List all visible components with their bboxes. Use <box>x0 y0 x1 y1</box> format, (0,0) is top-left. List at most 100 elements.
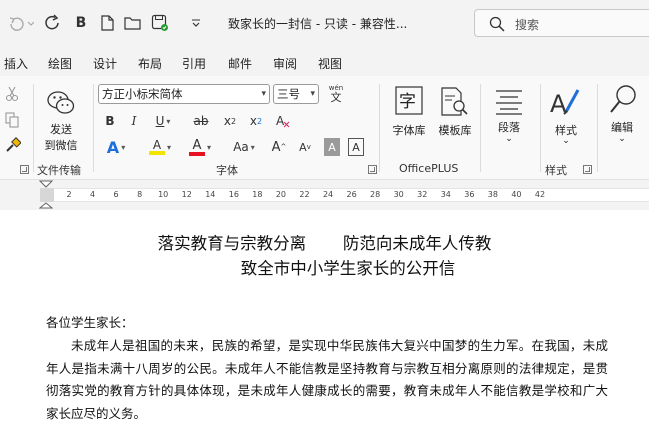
chevron-down-icon: ▾ <box>166 116 171 126</box>
ribbon: 发送 到微信 文件传输 方正小标宋简体 ▾ 三号 ▾ wén 文 B I U ▾ … <box>0 76 649 180</box>
chevron-down-icon: ⌄ <box>618 134 626 144</box>
ruler-tick-label: 38 <box>487 190 498 199</box>
tab-references[interactable]: 引用 <box>182 55 206 72</box>
send-to-wechat-button[interactable] <box>46 88 76 118</box>
paragraph-label: 段落 <box>498 121 520 134</box>
shrink-font-label: A <box>299 140 307 154</box>
paragraph-button[interactable] <box>494 88 524 116</box>
phonetic-guide-button[interactable]: wén 文 <box>324 82 348 106</box>
ruler-tick-label: 34 <box>440 190 451 199</box>
tab-design[interactable]: 设计 <box>93 55 117 72</box>
bold-button[interactable]: B <box>102 112 118 130</box>
save-icon <box>151 14 168 31</box>
tab-draw[interactable]: 绘图 <box>48 55 72 72</box>
tab-insert[interactable]: 插入 <box>4 55 28 72</box>
superscript-label: x <box>249 114 257 128</box>
chevron-down-icon: ⌄ <box>505 134 513 144</box>
greeting: 各位学生家长： <box>46 315 134 330</box>
text-effects-button[interactable]: A ▾ <box>100 136 132 158</box>
change-case-button[interactable]: Aa ▾ <box>226 136 262 158</box>
separator <box>379 84 380 172</box>
svg-text:A: A <box>276 114 285 128</box>
underline-button[interactable]: U ▾ <box>150 112 176 130</box>
character-shading-button[interactable]: A <box>324 138 340 156</box>
clear-formatting-icon: A <box>276 114 290 128</box>
italic-button[interactable]: I <box>126 112 142 130</box>
font-dialog-launcher[interactable] <box>368 165 377 174</box>
bold-quick-button[interactable]: B <box>72 14 90 32</box>
highlighter-icon: A <box>152 138 162 152</box>
group-label-styles: 样式 <box>545 164 567 177</box>
paintbrush-icon <box>6 137 21 152</box>
customize-icon <box>192 19 200 27</box>
underline-label: U <box>155 114 165 128</box>
font-name-select[interactable]: 方正小标宋简体 ▾ <box>98 84 270 104</box>
group-label-file-transfer: 文件传输 <box>37 164 81 177</box>
font-library-label: 字体库 <box>392 124 426 137</box>
styles-button[interactable]: A <box>550 86 580 118</box>
clipboard-launcher[interactable] <box>20 165 29 174</box>
indent-marker-icon[interactable] <box>39 180 53 210</box>
new-file-button[interactable] <box>98 14 116 32</box>
document-title-line-2: 致全市中小学生家长的公开信 <box>240 259 456 278</box>
chevron-down-icon: ▾ <box>250 142 255 152</box>
font-color-bar <box>188 151 205 156</box>
title-part-a: 落实教育与宗教分离 <box>157 234 307 253</box>
font-color-button[interactable]: A ▾ <box>182 136 218 158</box>
clear-formatting-button[interactable]: A <box>274 111 292 131</box>
ruler-tick-label: 20 <box>275 190 287 199</box>
document-page[interactable]: 落实教育与宗教分离 防范向未成年人传教 致全市中小学生家长的公开信 各位学生家长… <box>0 210 649 439</box>
chevron-down-icon: ▾ <box>166 142 171 152</box>
group-label-officeplus: OfficePLUS <box>399 162 459 175</box>
tab-view[interactable]: 视图 <box>318 55 342 72</box>
cut-button[interactable] <box>4 86 20 102</box>
tab-layout[interactable]: 布局 <box>138 55 162 72</box>
save-button[interactable] <box>148 14 172 32</box>
tab-review[interactable]: 审阅 <box>273 55 297 72</box>
document-title: 致家长的一封信 - 只读 - 兼容性... <box>228 17 408 31</box>
font-size-value: 三号 <box>277 87 300 101</box>
character-border-button[interactable]: A <box>348 138 364 156</box>
open-folder-icon <box>124 17 141 30</box>
separator <box>33 84 34 172</box>
grow-font-button[interactable]: A ^ <box>268 136 290 158</box>
search-placeholder: 搜索 <box>515 18 540 32</box>
chevron-down-icon: ▾ <box>261 89 266 99</box>
ruler-tick-label: 2 <box>66 190 72 199</box>
highlight-color-bar <box>148 151 165 155</box>
phonetic-bottom: 文 <box>330 91 342 104</box>
tab-mailings[interactable]: 邮件 <box>228 55 252 72</box>
redo-button[interactable] <box>42 14 64 32</box>
open-button[interactable] <box>122 14 144 32</box>
styles-dialog-launcher[interactable] <box>583 165 592 174</box>
text-effects-icon: A <box>106 137 120 157</box>
font-library-button[interactable]: 字 <box>395 86 423 116</box>
grow-font-label: A <box>271 139 281 155</box>
ruler-tick-label: 30 <box>393 190 404 199</box>
subscript-button[interactable]: x2 <box>220 112 240 130</box>
search-box[interactable]: 搜索 <box>474 9 649 37</box>
search-icon <box>489 16 505 32</box>
superscript-button[interactable]: x2 <box>246 112 266 130</box>
editing-button[interactable] <box>607 84 639 116</box>
highlight-button[interactable]: A ▾ <box>142 136 178 158</box>
svg-text:字: 字 <box>399 92 416 112</box>
title-bar: B 致家长的一封信 - 只读 - 兼容性... 搜索 <box>0 0 649 46</box>
character-shading-label: A <box>328 140 336 154</box>
magnifier-icon <box>610 85 636 113</box>
font-size-select[interactable]: 三号 ▾ <box>273 84 319 104</box>
strikethrough-button[interactable]: ab <box>190 112 212 130</box>
shrink-font-button[interactable]: Av <box>294 136 316 158</box>
template-library-button[interactable] <box>440 86 470 118</box>
editing-label: 编辑 <box>611 121 633 134</box>
customize-quick-access[interactable] <box>188 14 204 32</box>
ruler-tick-label: 8 <box>137 190 143 199</box>
ruler-tick-label: 32 <box>417 190 428 199</box>
separator <box>480 84 481 172</box>
chevron-down-icon: ▾ <box>206 142 211 152</box>
ruler-tick-label: 4 <box>90 190 96 199</box>
title-part-b: 防范向未成年人传教 <box>342 234 492 253</box>
undo-button[interactable] <box>6 14 36 32</box>
copy-button[interactable] <box>4 112 20 128</box>
format-painter-button[interactable] <box>4 136 22 154</box>
